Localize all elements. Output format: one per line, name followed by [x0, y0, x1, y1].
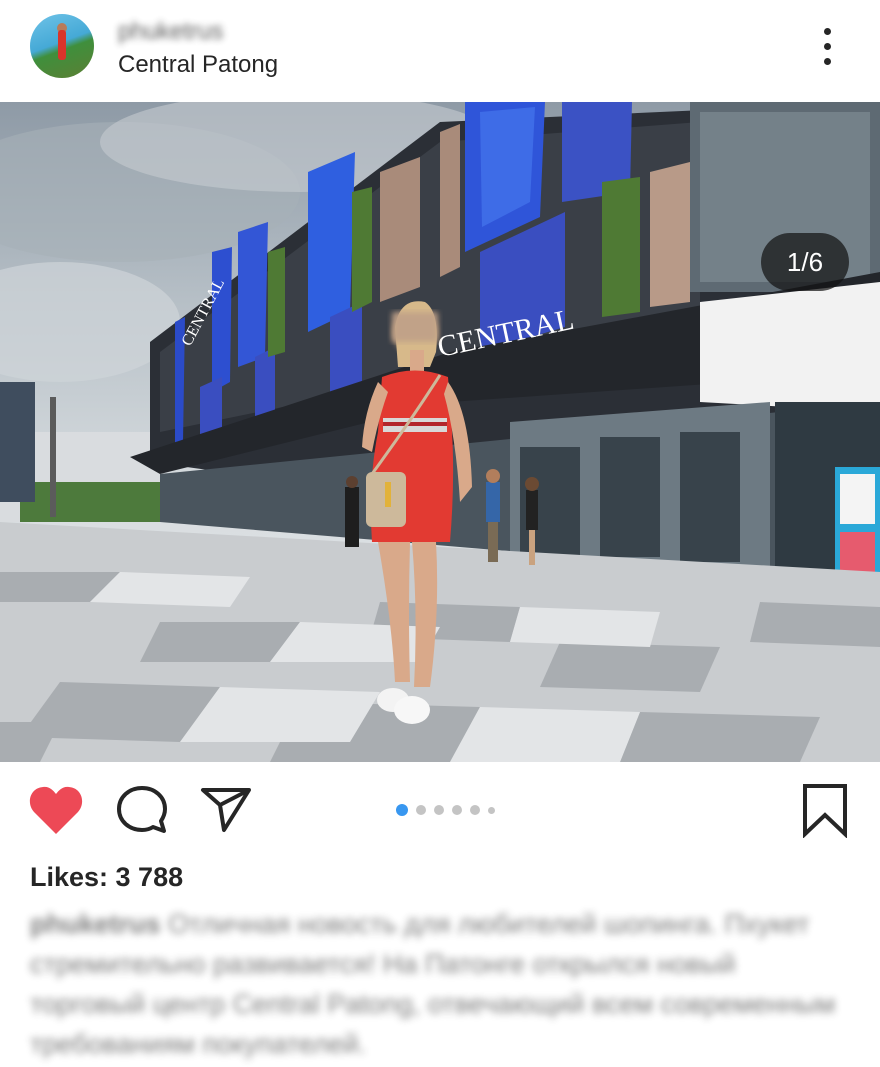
carousel-dot[interactable] [396, 804, 408, 816]
carousel-counter: 1/6 [761, 233, 849, 291]
share-icon[interactable] [200, 784, 252, 836]
carousel-dot[interactable] [416, 805, 426, 815]
caption-username[interactable]: phuketrus [30, 909, 161, 939]
post-caption: phuketrus Отличная новость для любителей… [30, 904, 850, 1064]
carousel-dot[interactable] [488, 806, 495, 814]
heart-icon[interactable] [28, 784, 84, 836]
comment-icon[interactable] [116, 784, 168, 836]
avatar[interactable] [30, 14, 94, 78]
username[interactable]: phuketrus [118, 18, 223, 46]
action-bar [0, 762, 880, 857]
carousel-dot[interactable] [470, 805, 480, 815]
carousel-dot[interactable] [434, 805, 444, 815]
photo-scene: CENTRAL CENTRAL [0, 102, 880, 762]
likes-count[interactable]: Likes: 3 788 [30, 862, 183, 893]
carousel-dot[interactable] [452, 805, 462, 815]
post-photo[interactable]: CENTRAL CENTRAL 1/6 [0, 102, 880, 762]
avatar-figure [58, 30, 66, 60]
post-header: phuketrus Central Patong [0, 0, 880, 102]
location-link[interactable]: Central Patong [118, 51, 278, 79]
more-vertical-icon[interactable] [818, 28, 838, 66]
bookmark-icon[interactable] [800, 782, 850, 839]
carousel-dots [396, 803, 495, 817]
